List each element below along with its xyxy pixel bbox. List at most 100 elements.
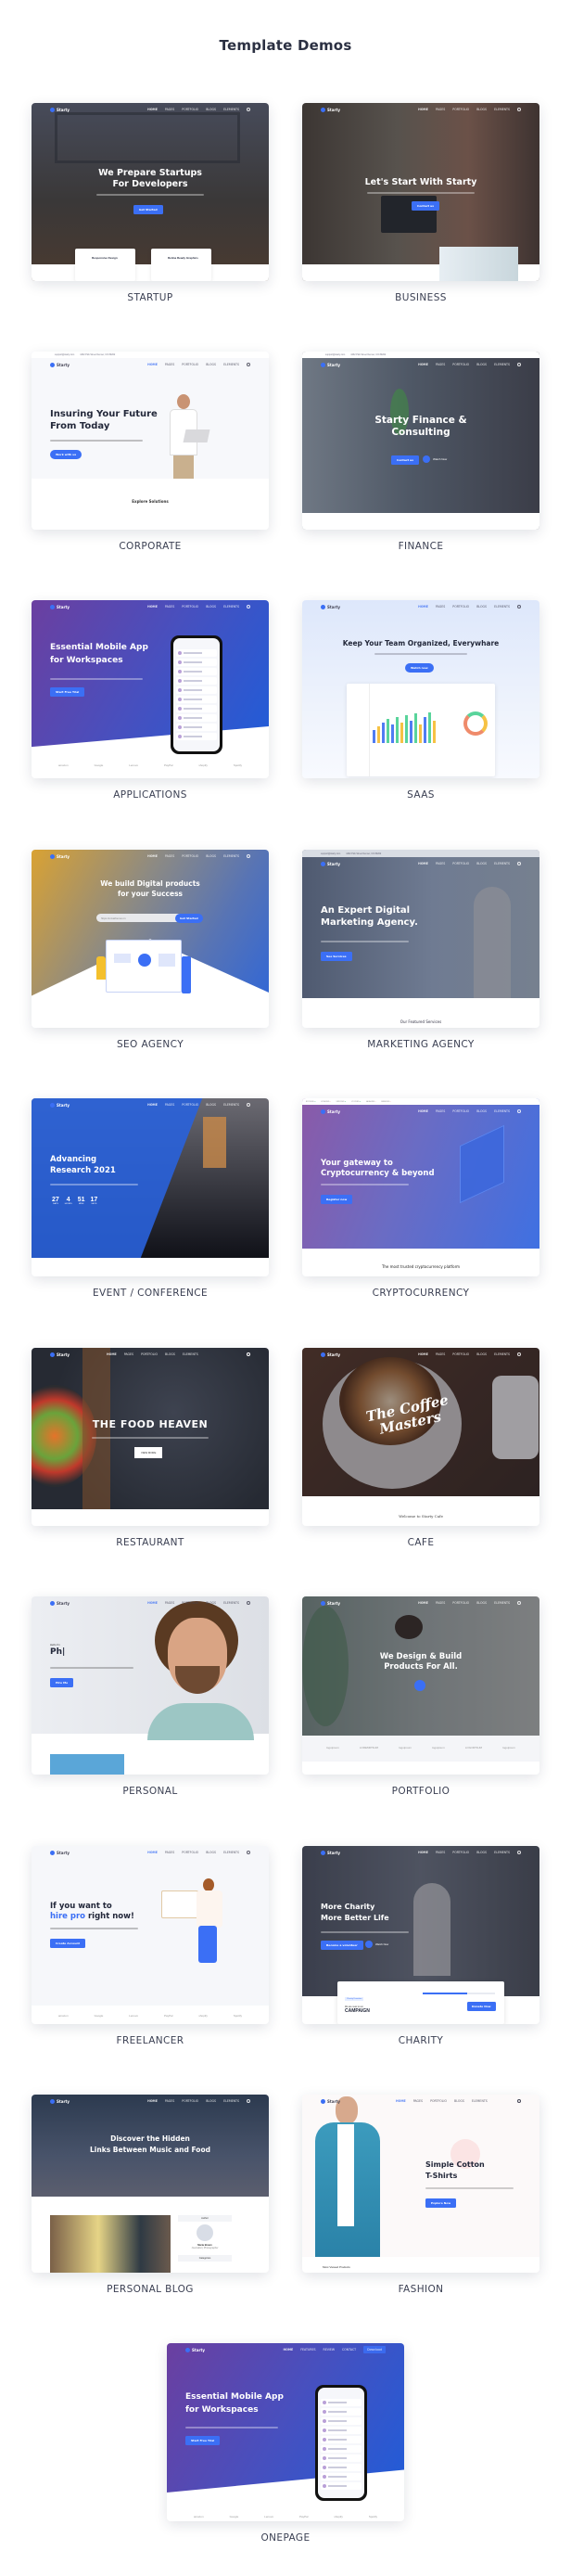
demo-label[interactable]: PERSONAL	[32, 1786, 269, 1797]
person-image	[166, 387, 210, 489]
thumb-nav: Starty HOME PAGES PORTFOLIO BLOGS ELEMENTS	[302, 2095, 539, 2108]
demo-label[interactable]: CHARITY	[302, 2035, 539, 2046]
brand-logo: Starty	[50, 107, 70, 112]
donate-button[interactable]: Donate Now	[467, 2002, 496, 2011]
demo-label[interactable]: EVENT / CONFERENCE	[32, 1288, 269, 1299]
play-icon[interactable]	[365, 1941, 373, 1948]
explore-now-button[interactable]: Explore Now	[425, 2198, 457, 2208]
start-trial-button[interactable]: Start Free Trial	[50, 687, 85, 697]
demo-label[interactable]: APPLICATIONS	[32, 789, 269, 801]
demo-thumbnail[interactable]: Starty HOME PAGES PORTFOLIO BLOGS ELEMENTS Mo…	[302, 1846, 539, 2024]
play-icon[interactable]	[423, 455, 430, 463]
section-title: Our Featured Services	[400, 1019, 442, 1024]
see-services-button[interactable]: See Services	[321, 952, 352, 961]
demo-thumbnail[interactable]: Starty HOME PAGES PORTFOLIO BLOGS ELEMENTS Si…	[302, 2095, 539, 2273]
hero-heading: Starty Finance & Consulting	[374, 415, 467, 439]
demo-business[interactable]: Starty HOME PAGES PORTFOLIO BLOGS ELEMENTS Le…	[302, 103, 539, 303]
demo-thumbnail[interactable]: support@starty.com 4432 Pick Street Denve…	[302, 352, 539, 530]
demo-thumbnail[interactable]: Starty HOME PAGES PORTFOLIO BLOGS ELEMENTS Ke…	[302, 600, 539, 778]
demo-seo-agency[interactable]: Starty HOME PAGES PORTFOLIO BLOGS ELEMENTS We…	[32, 850, 269, 1050]
demo-onepage[interactable]: Starty HOME FEATURES REVIEW CONTACT Download …	[167, 2343, 404, 2544]
work-with-us-button[interactable]: Work with us	[50, 450, 82, 459]
demo-thumbnail[interactable]: Starty HOME PAGES PORTFOLIO BLOGS ELEMENTS We…	[32, 103, 269, 281]
demo-label[interactable]: MARKETING AGENCY	[302, 1039, 539, 1050]
demo-startup[interactable]: Starty HOME PAGES PORTFOLIO BLOGS ELEMENTS We…	[32, 103, 269, 303]
demo-portfolio[interactable]: Starty HOME PAGES PORTFOLIO BLOGS ELEMENTS We…	[302, 1596, 539, 1797]
demo-label[interactable]: FREELANCER	[32, 2035, 269, 2046]
search-icon	[517, 1109, 521, 1113]
section-title: Explore Solutions	[132, 499, 169, 504]
demo-thumbnail[interactable]: Starty HOME FEATURES REVIEW CONTACT Download …	[167, 2343, 404, 2521]
thumb-nav: Starty HOME PAGES PORTFOLIO BLOGS ELEMENTS	[32, 1348, 269, 1361]
hero-heading: We Prepare Startups For Developers	[98, 168, 202, 189]
hero-heading: Essential Mobile App for Workspaces	[185, 2392, 284, 2415]
demo-thumbnail[interactable]: BTC/USD + ETH/USD - XRP/USD + LTC/USD + ADA/…	[302, 1098, 539, 1276]
demo-thumbnail[interactable]: Starty HOME PAGES PORTFOLIO BLOGS ELEMENTS He…	[32, 1596, 269, 1775]
contact-button[interactable]: Contact us	[391, 455, 420, 465]
download-button[interactable]: Download	[363, 2346, 386, 2353]
demo-label[interactable]: FINANCE	[302, 541, 539, 552]
demo-thumbnail[interactable]: Starty HOME PAGES PORTFOLIO BLOGS ELEMENTS We…	[32, 850, 269, 1028]
demo-finance[interactable]: support@starty.com 4432 Pick Street Denve…	[302, 352, 539, 552]
demo-applications[interactable]: Starty HOME PAGES PORTFOLIO BLOGS ELEMENTS Es…	[32, 600, 269, 801]
search-icon	[517, 1851, 521, 1854]
demo-fashion[interactable]: Starty HOME PAGES PORTFOLIO BLOGS ELEMENTS Si…	[302, 2095, 539, 2295]
demo-label[interactable]: PORTFOLIO	[302, 1786, 539, 1797]
hero-heading: Keep Your Team Organized, Everywhare	[342, 639, 500, 647]
demo-label[interactable]: CAFE	[302, 1537, 539, 1548]
demo-thumbnail[interactable]: Starty HOME PAGES PORTFOLIO BLOGS ELEMENTS If…	[32, 1846, 269, 2024]
demo-marketing-agency[interactable]: support@starty.com 4432 Pick Street Denve…	[302, 850, 539, 1050]
demo-thumbnail[interactable]: Starty HOME PAGES PORTFOLIO BLOGS ELEMENTS Th…	[302, 1348, 539, 1526]
search-icon	[247, 2099, 250, 2103]
countdown: 27 DAYS 4 HOURS 51 MINS 17 SECS	[52, 1197, 98, 1205]
demo-personal-blog[interactable]: Starty HOME PAGES PORTFOLIO BLOGS ELEMENTS Di…	[32, 2095, 269, 2295]
section-title: The most trusted cryptocurrency platform	[381, 1264, 461, 1269]
thumb-nav: Starty HOME FEATURES REVIEW CONTACT Download	[167, 2343, 404, 2356]
get-started-button[interactable]: Get Started	[133, 205, 163, 214]
demo-charity[interactable]: Starty HOME PAGES PORTFOLIO BLOGS ELEMENTS Mo…	[302, 1846, 539, 2046]
get-started-button[interactable]: Get Started	[175, 914, 203, 923]
demo-saas[interactable]: Starty HOME PAGES PORTFOLIO BLOGS ELEMENTS Ke…	[302, 600, 539, 801]
hire-me-button[interactable]: Hire Me	[50, 1678, 74, 1687]
demo-corporate[interactable]: support@starty.com 4432 Pick Street Denve…	[32, 352, 269, 552]
watch-now-button[interactable]: Watch now	[405, 663, 434, 673]
watch-now-link[interactable]: Watch Now	[433, 457, 447, 461]
demo-label[interactable]: STARTUP	[32, 292, 269, 303]
demo-label[interactable]: CRYPTOCURRENCY	[302, 1288, 539, 1299]
demo-label[interactable]: CORPORATE	[32, 541, 269, 552]
demo-label[interactable]: PERSONAL BLOG	[32, 2284, 269, 2295]
demo-cryptocurrency[interactable]: BTC/USD + ETH/USD - XRP/USD + LTC/USD + ADA/…	[302, 1098, 539, 1299]
play-button[interactable]	[414, 1680, 425, 1691]
hero-kicker: Hello I'm	[50, 1643, 60, 1647]
demo-label[interactable]: BUSINESS	[302, 292, 539, 303]
demo-label[interactable]: FASHION	[302, 2284, 539, 2295]
demo-thumbnail[interactable]: Starty HOME PAGES PORTFOLIO BLOGS ELEMENTS We…	[302, 1596, 539, 1775]
start-trial-button[interactable]: Start Free Trial	[185, 2436, 221, 2445]
blog-image	[50, 2215, 171, 2273]
watch-now-link[interactable]: Watch Now	[375, 1942, 388, 1946]
create-account-button[interactable]: Create Account	[50, 1939, 85, 1948]
demo-label[interactable]: SEO AGENCY	[32, 1039, 269, 1050]
demo-thumbnail[interactable]: Starty HOME PAGES PORTFOLIO BLOGS ELEMENTS Ad…	[32, 1098, 269, 1276]
blog-sidebar: Author Maria Brown Journalist | Photogra…	[178, 2215, 232, 2273]
search-icon	[247, 1851, 250, 1854]
volunteer-button[interactable]: Become a volunteer	[321, 1941, 363, 1950]
demo-label[interactable]: SAAS	[302, 789, 539, 801]
demo-event-conference[interactable]: Starty HOME PAGES PORTFOLIO BLOGS ELEMENTS Ad…	[32, 1098, 269, 1299]
demo-freelancer[interactable]: Starty HOME PAGES PORTFOLIO BLOGS ELEMENTS If…	[32, 1846, 269, 2046]
contact-button[interactable]: Contact us	[412, 201, 440, 211]
demo-label[interactable]: ONEPAGE	[167, 2532, 404, 2544]
demo-thumbnail[interactable]: Starty HOME PAGES PORTFOLIO BLOGS ELEMENTS TH…	[32, 1348, 269, 1526]
view-more-button[interactable]: VIEW MORE	[134, 1447, 163, 1458]
register-button[interactable]: Register now	[321, 1195, 353, 1204]
demo-thumbnail[interactable]: support@starty.com 4432 Pick Street Denve…	[32, 352, 269, 530]
demo-restaurant[interactable]: Starty HOME PAGES PORTFOLIO BLOGS ELEMENTS TH…	[32, 1348, 269, 1548]
demo-thumbnail[interactable]: Starty HOME PAGES PORTFOLIO BLOGS ELEMENTS Di…	[32, 2095, 269, 2273]
demo-personal[interactable]: Starty HOME PAGES PORTFOLIO BLOGS ELEMENTS He…	[32, 1596, 269, 1797]
demo-thumbnail[interactable]: support@starty.com 4432 Pick Street Denve…	[302, 850, 539, 1028]
demo-label[interactable]: RESTAURANT	[32, 1537, 269, 1548]
demo-thumbnail[interactable]: Starty HOME PAGES PORTFOLIO BLOGS ELEMENTS Es…	[32, 600, 269, 778]
demo-thumbnail[interactable]: Starty HOME PAGES PORTFOLIO BLOGS ELEMENTS Le…	[302, 103, 539, 281]
demo-cafe[interactable]: Starty HOME PAGES PORTFOLIO BLOGS ELEMENTS Th…	[302, 1348, 539, 1548]
search-icon	[247, 1103, 250, 1107]
